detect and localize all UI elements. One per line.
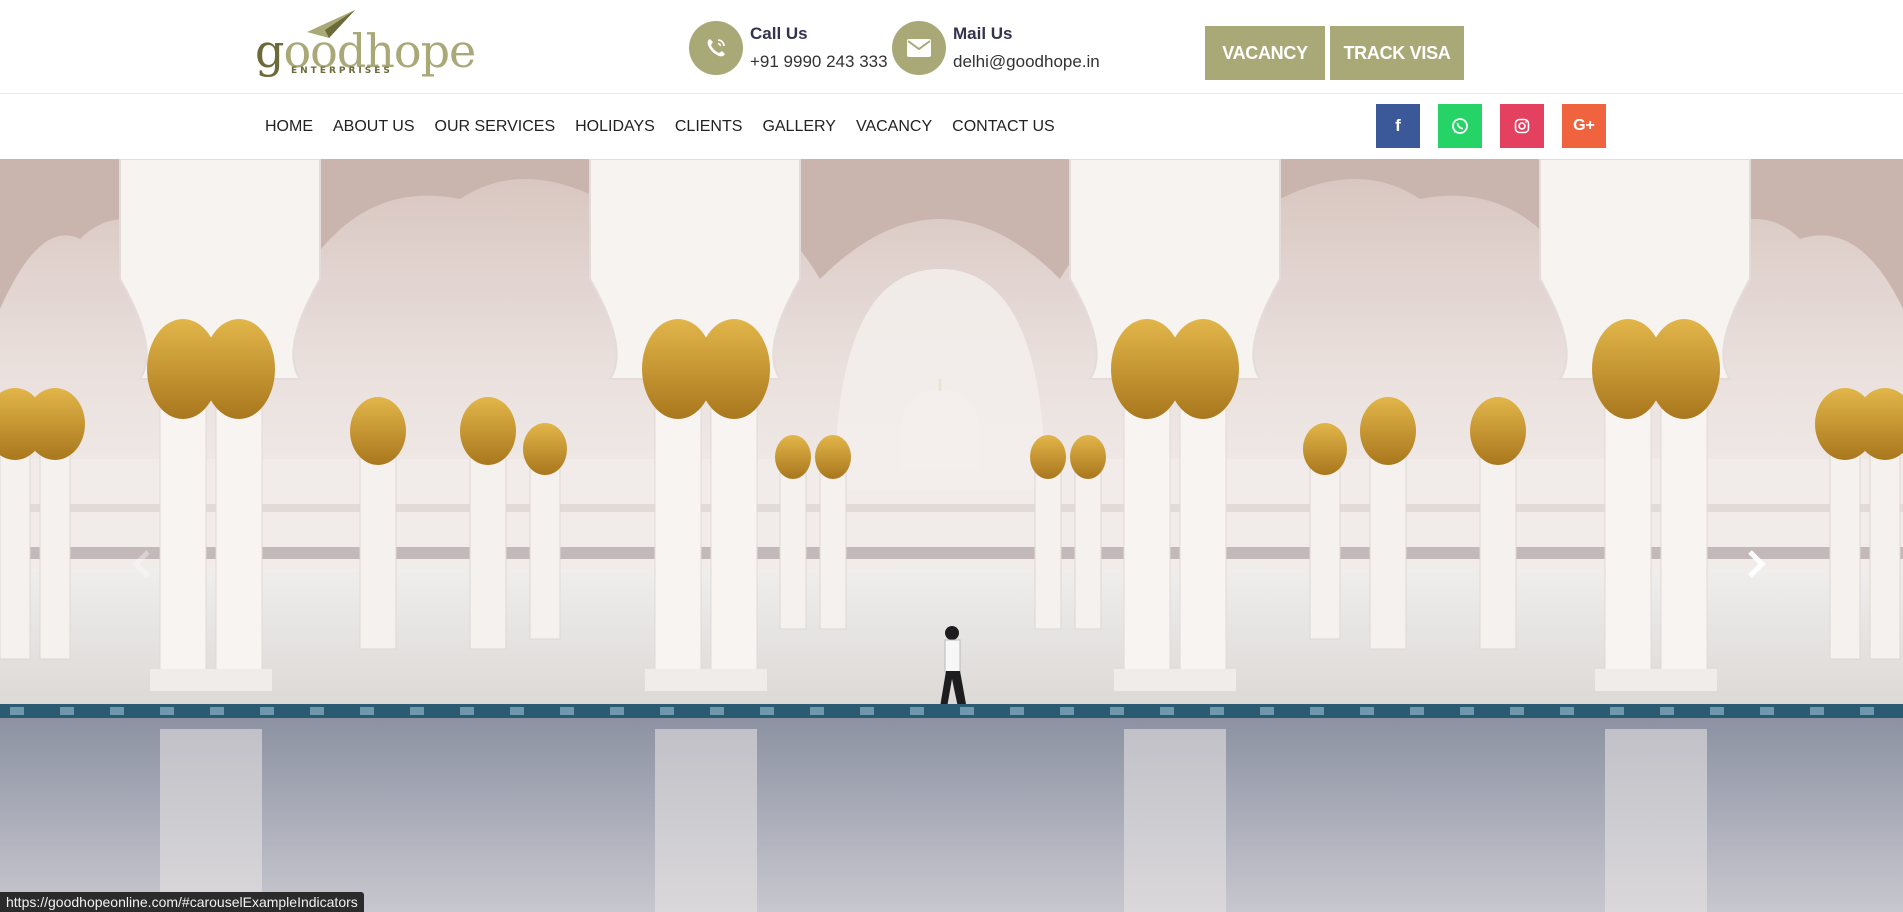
top-header: goodhope ENTERPRISES Call Us +91 9990 24… [0,0,1903,94]
google-plus-icon[interactable]: G+ [1562,104,1606,148]
phone-number[interactable]: +91 9990 243 333 [750,52,888,72]
main-navbar: HOME ABOUT US OUR SERVICES HOLIDAYS CLIE… [0,94,1903,159]
logo-subtitle: ENTERPRISES [291,66,393,76]
logo[interactable]: goodhope ENTERPRISES [255,10,476,82]
vacancy-button[interactable]: VACANCY [1205,26,1325,80]
nav-menu: HOME ABOUT US OUR SERVICES HOLIDAYS CLIE… [265,118,1075,136]
chevron-right-icon [1748,550,1766,578]
carousel-next-button[interactable] [1736,544,1776,584]
nav-item-our-services[interactable]: OUR SERVICES [435,118,556,136]
nav-item-vacancy[interactable]: VACANCY [856,118,932,136]
carousel-prev-button[interactable] [122,544,162,584]
nav-item-clients[interactable]: CLIENTS [675,118,743,136]
call-title: Call Us [750,24,808,43]
nav-item-holidays[interactable]: HOLIDAYS [575,118,655,136]
chevron-left-icon [132,550,150,578]
mail-title: Mail Us [953,24,1013,43]
track-visa-button[interactable]: TRACK VISA [1330,26,1464,80]
envelope-icon [892,21,946,75]
phone-icon [689,21,743,75]
whatsapp-icon[interactable] [1438,104,1482,148]
nav-item-home[interactable]: HOME [265,118,313,136]
nav-item-gallery[interactable]: GALLERY [762,118,836,136]
nav-item-about-us[interactable]: ABOUT US [333,118,415,136]
facebook-icon[interactable]: f [1376,104,1420,148]
nav-item-contact-us[interactable]: CONTACT US [952,118,1055,136]
hero-carousel[interactable] [0,159,1903,912]
browser-status-url: https://goodhopeonline.com/#carouselExam… [0,892,364,912]
mosque-arcade-image [0,159,1903,912]
email-address[interactable]: delhi@goodhope.in [953,52,1100,72]
instagram-icon[interactable] [1500,104,1544,148]
